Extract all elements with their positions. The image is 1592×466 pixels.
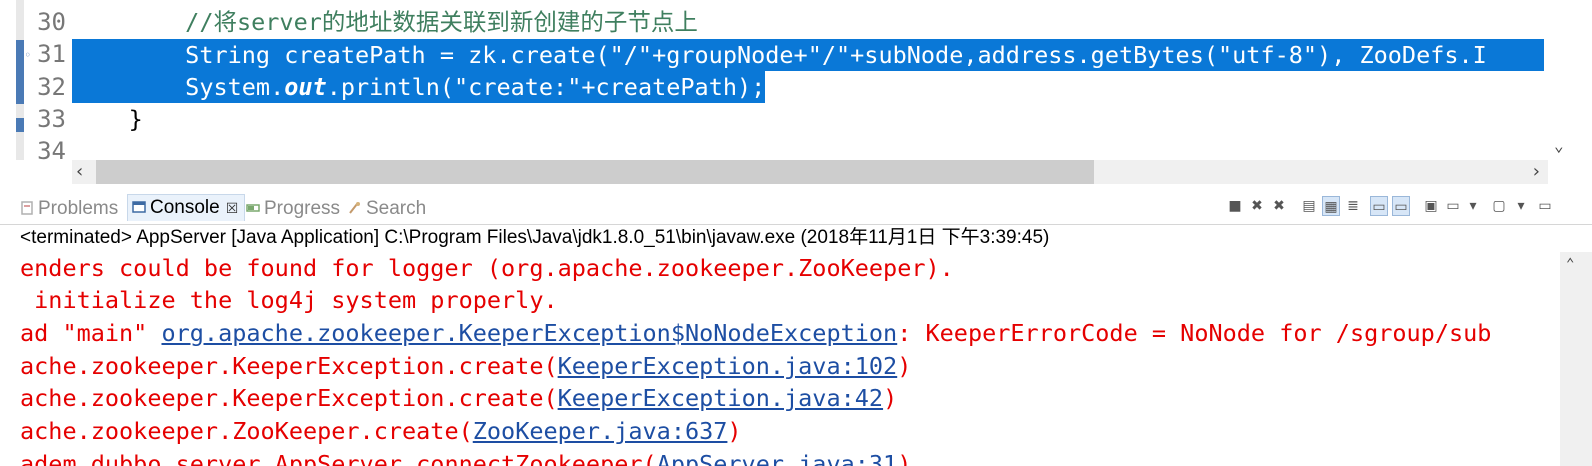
chevron-down-icon[interactable]: ⌄ xyxy=(1554,136,1564,155)
problems-icon xyxy=(21,201,33,215)
code-line-selected[interactable]: System.out.println("create:"+createPath)… xyxy=(72,71,766,103)
tab-search[interactable]: Search xyxy=(348,196,426,222)
code-editor[interactable]: ◦ 30 31 32 33 34 //将server的地址数据关联到新创建的子节… xyxy=(0,0,1592,160)
console-text: ache.zookeeper.KeeperException.create( xyxy=(20,384,558,412)
stack-trace-link[interactable]: AppServer.java:31 xyxy=(657,450,898,466)
console-line: enders could be found for logger (org.ap… xyxy=(20,254,954,282)
chevron-up-icon[interactable]: ⌃ xyxy=(1566,256,1574,272)
chevron-down-icon[interactable]: ▾ xyxy=(1512,196,1530,216)
tab-label: Problems xyxy=(38,198,119,219)
console-icon xyxy=(132,201,146,213)
code-line[interactable]: } xyxy=(72,103,143,135)
chevron-down-icon[interactable]: ▾ xyxy=(1464,196,1482,216)
code-text: .println("create:"+createPath); xyxy=(326,73,766,101)
console-text: adem.dubbo.server.AppServer.connectZooke… xyxy=(20,450,657,466)
console-output[interactable]: enders could be found for logger (org.ap… xyxy=(0,252,1560,466)
console-line: initialize the log4j system properly. xyxy=(20,286,558,314)
pin-console-icon[interactable]: ▣ xyxy=(1422,196,1440,216)
clear-console-icon[interactable]: ▤ xyxy=(1300,196,1318,216)
console-text: ad "main" xyxy=(20,319,162,347)
console-text: ) xyxy=(897,450,912,466)
scroll-right-icon[interactable]: › xyxy=(1533,161,1540,182)
line-number-gutter: ◦ 30 31 32 33 34 xyxy=(24,0,68,160)
tab-label: Progress xyxy=(264,198,341,219)
line-number: 32 xyxy=(37,73,66,101)
show-on-output-icon[interactable]: ▭ xyxy=(1370,196,1388,216)
display-console-icon[interactable]: ▭ xyxy=(1444,196,1462,216)
code-area[interactable]: //将server的地址数据关联到新创建的子节点上 String createP… xyxy=(72,0,1544,160)
scrollbar-thumb[interactable] xyxy=(96,160,1094,184)
minimize-icon[interactable]: ▭ xyxy=(1536,196,1554,216)
terminate-icon[interactable]: ■ xyxy=(1226,196,1244,216)
override-marker-icon: ◦ xyxy=(24,48,32,62)
word-wrap-icon[interactable]: ≣ xyxy=(1344,196,1362,216)
tab-progress[interactable]: Progress xyxy=(246,196,340,222)
stack-trace-link[interactable]: KeeperException.java:102 xyxy=(558,352,898,380)
editor-vertical-scrollbar[interactable]: ⌄ xyxy=(1548,0,1592,160)
code-comment: //将server的地址数据关联到新创建的子节点上 xyxy=(72,8,698,36)
line-number: 31 xyxy=(37,40,66,68)
tab-problems[interactable]: Problems xyxy=(20,196,118,222)
pane-divider[interactable] xyxy=(0,184,1592,192)
console-line: ache.zookeeper.KeeperException.create(Ke… xyxy=(20,382,897,414)
remove-all-icon[interactable]: ✖ xyxy=(1270,196,1288,216)
tab-label: Console xyxy=(150,197,220,218)
console-text: ache.zookeeper.ZooKeeper.create( xyxy=(20,417,473,445)
console-text: ) xyxy=(897,352,912,380)
close-icon[interactable]: ☒ xyxy=(226,200,239,216)
code-line[interactable]: //将server的地址数据关联到新创建的子节点上 xyxy=(72,6,698,38)
scroll-left-icon[interactable]: ‹ xyxy=(76,161,83,182)
console-vertical-scrollbar[interactable]: ⌃ xyxy=(1560,252,1592,466)
console-line: adem.dubbo.server.AppServer.connectZooke… xyxy=(20,448,911,466)
scroll-lock-icon[interactable]: ▦ xyxy=(1322,196,1340,216)
code-text: System. xyxy=(72,73,285,101)
line-number: 30 xyxy=(37,8,66,36)
line-number: 34 xyxy=(37,137,66,160)
console-text: : KeeperErrorCode = NoNode for /sgroup/s… xyxy=(897,319,1492,347)
editor-horizontal-scrollbar[interactable]: ‹ › xyxy=(72,160,1548,184)
remove-launch-icon[interactable]: ✖ xyxy=(1248,196,1266,216)
show-on-error-icon[interactable]: ▭ xyxy=(1392,196,1410,216)
range-marker xyxy=(16,118,24,132)
exception-link[interactable]: org.apache.zookeeper.KeeperException$NoN… xyxy=(161,319,897,347)
stack-trace-link[interactable]: ZooKeeper.java:637 xyxy=(473,417,728,445)
console-text: ) xyxy=(727,417,742,445)
console-line: ache.zookeeper.KeeperException.create(Ke… xyxy=(20,350,911,382)
console-text: ache.zookeeper.KeeperException.create( xyxy=(20,352,558,380)
selection-marker xyxy=(16,40,24,104)
open-console-icon[interactable]: ▢ xyxy=(1490,196,1508,216)
code-static-field: out xyxy=(284,73,327,101)
code-line-selected[interactable]: String createPath = zk.create("/"+groupN… xyxy=(72,39,1544,71)
view-tab-bar: Problems Console ☒ Progress Search ■ ✖ ✖ … xyxy=(0,192,1592,225)
progress-icon xyxy=(246,204,260,212)
tab-console[interactable]: Console ☒ xyxy=(127,194,246,221)
overview-ruler xyxy=(16,0,24,160)
tab-label: Search xyxy=(366,198,427,219)
search-icon xyxy=(349,202,360,214)
console-text: ) xyxy=(883,384,898,412)
stack-trace-link[interactable]: KeeperException.java:42 xyxy=(558,384,883,412)
line-number: 33 xyxy=(37,105,66,133)
console-line: ache.zookeeper.ZooKeeper.create(ZooKeepe… xyxy=(20,415,742,447)
console-line: ad "main" org.apache.zookeeper.KeeperExc… xyxy=(20,317,1491,349)
console-status-label: <terminated> AppServer [Java Application… xyxy=(20,227,1050,248)
